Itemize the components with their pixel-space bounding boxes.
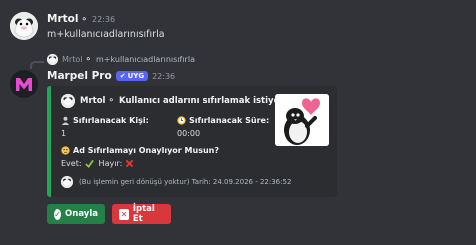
cow-avatar-icon — [61, 176, 73, 188]
message-text: m+kullanıcıadlarınısıfırla — [47, 29, 165, 40]
thinking-face-icon — [61, 146, 70, 155]
message-header: Marpel Pro ✔ UYG 22:36 — [47, 70, 175, 82]
reply-author: Mrtol — [62, 55, 83, 64]
cross-icon — [125, 159, 134, 168]
ring-icon: ⚬ — [80, 15, 89, 25]
embed-thumbnail[interactable] — [275, 94, 329, 146]
username[interactable]: Mrtol — [47, 13, 78, 25]
message-header: Mrtol ⚬ 22:36 — [47, 13, 115, 25]
embed-card: Mrtol ⚬ Kullanıcı adlarını sıfırlamak is… — [47, 86, 337, 197]
check-circle-icon: ✓ — [54, 208, 62, 220]
check-icon — [84, 159, 94, 168]
bot-logo-icon — [10, 70, 38, 98]
timestamp: 22:36 — [92, 15, 116, 24]
field-duration: Sıfırlanacak Süre: 00:00 — [177, 116, 270, 138]
confirm-question: Ad Sıfırlamayı Onaylıyor Musun? Evet: Ha… — [61, 146, 219, 168]
cancel-button[interactable]: ✕ İptal Et — [112, 204, 171, 224]
field-user-count: Sıfırlanacak Kişi: 1 — [61, 116, 149, 138]
footer-text: (Bu işlemin geri dönüşü yoktur) Tarih: 2… — [79, 178, 292, 186]
user-avatar[interactable] — [10, 12, 38, 40]
yes-no-line: Evet: Hayır: — [61, 159, 219, 168]
cow-avatar-icon — [47, 54, 58, 65]
field-value: 1 — [61, 129, 67, 138]
cow-avatar-icon — [10, 12, 38, 40]
bot-avatar[interactable] — [10, 70, 38, 98]
penguin-heart-image — [275, 94, 329, 146]
bot-username[interactable]: Marpel Pro — [47, 70, 112, 82]
app-badge: ✔ UYG — [115, 71, 149, 81]
confirm-button[interactable]: ✓ Onayla — [47, 204, 105, 224]
check-icon: ✔ — [119, 72, 126, 80]
ring-icon: ⚬ — [107, 96, 116, 106]
reply-text: m+kullanıcıadlarınısıfırla — [96, 55, 195, 64]
field-value: 00:00 — [177, 129, 201, 138]
reply-avatar — [47, 54, 58, 65]
cross-box-icon: ✕ — [119, 208, 129, 220]
reply-connector — [30, 61, 44, 69]
reply-preview[interactable]: Mrtol ⚬ m+kullanıcıadlarınısıfırla — [47, 54, 195, 65]
clock-icon — [177, 116, 186, 125]
ring-icon: ⚬ — [84, 54, 92, 65]
footer-avatar — [61, 176, 73, 188]
cow-avatar-icon — [61, 94, 75, 108]
embed-author-avatar — [61, 94, 75, 108]
embed-author-name: Mrtol — [80, 96, 106, 106]
timestamp: 22:36 — [152, 71, 176, 81]
embed-footer: (Bu işlemin geri dönüşü yoktur) Tarih: 2… — [61, 176, 291, 188]
user-icon — [61, 116, 70, 125]
